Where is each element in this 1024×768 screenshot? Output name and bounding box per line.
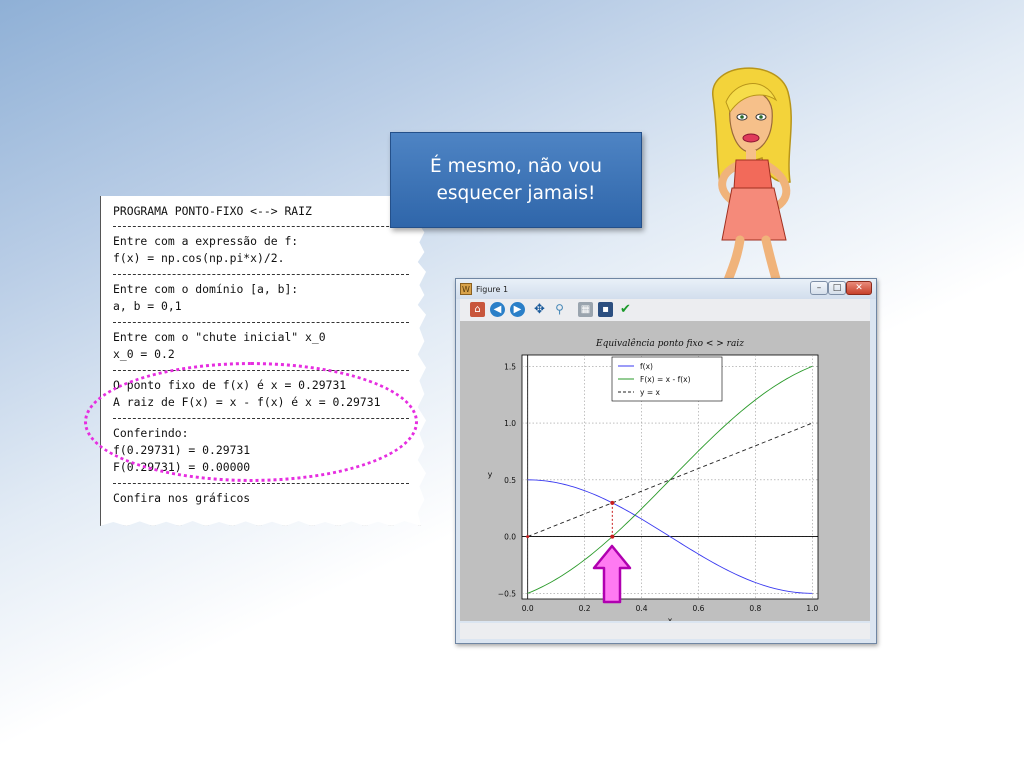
x-axis-label: x (668, 616, 673, 621)
figure-window[interactable]: W Figure 1 – □ ✕ ⌂ ◀ ▶ ✥ ⚲ ▦ ▪ ✔ Equival… (455, 278, 877, 644)
forward-icon[interactable]: ▶ (510, 302, 525, 317)
x-tick-label: 0.0 (522, 604, 534, 613)
close-button[interactable]: ✕ (846, 281, 872, 295)
y-axis-label: y (488, 470, 493, 479)
x-tick-label: 1.0 (806, 604, 818, 613)
console-footer: Confira nos gráficos (113, 491, 251, 505)
chart-title: Equivalência ponto fixo < > raiz (595, 338, 744, 349)
subplots-icon[interactable]: ▦ (578, 302, 593, 317)
y-tick-label: 0.0 (504, 533, 516, 542)
figure-toolbar: ⌂ ◀ ▶ ✥ ⚲ ▦ ▪ ✔ (460, 299, 870, 321)
back-icon[interactable]: ◀ (490, 302, 505, 317)
x-tick-label: 0.6 (692, 604, 704, 613)
up-arrow-icon (592, 544, 632, 604)
chart-svg: Equivalência ponto fixo < > raiz 0.0 0.2 0.… (488, 338, 819, 621)
plot-area[interactable]: Equivalência ponto fixo < > raiz 0.0 0.2 0.… (460, 321, 870, 621)
figure-statusbar (460, 623, 870, 639)
legend-label: F(x) = x - f(x) (640, 375, 691, 384)
y-tick-label: 1.5 (504, 362, 516, 371)
figure-title: Figure 1 (476, 285, 509, 294)
separator-line (113, 226, 409, 227)
guess-prompt: Entre com o "chute inicial" x_0 (113, 330, 326, 344)
save-icon[interactable]: ▪ (598, 302, 613, 317)
x-tick-label: 0.2 (579, 604, 591, 613)
root-marker (610, 534, 615, 539)
y-tick-label: 1.0 (504, 419, 516, 428)
legend-label: f(x) (640, 362, 653, 371)
separator-line (113, 322, 409, 323)
speech-bubble-line1: É mesmo, não vou (430, 156, 602, 177)
app-icon: W (460, 283, 472, 295)
expr-prompt: Entre com a expressão de f: (113, 234, 299, 248)
x-tick-label: 0.8 (749, 604, 761, 613)
x-tick-label: 0.4 (636, 604, 648, 613)
figure-titlebar[interactable]: W Figure 1 – □ ✕ (456, 279, 876, 299)
domain-value: a, b = 0,1 (113, 299, 182, 313)
fixed-point-marker (610, 500, 615, 505)
separator-line (113, 483, 409, 484)
pan-icon[interactable]: ✥ (532, 302, 547, 317)
minimize-button[interactable]: – (810, 281, 828, 295)
check-icon[interactable]: ✔ (618, 302, 633, 317)
legend-label: y = x (640, 388, 660, 397)
separator-line (113, 274, 409, 275)
speech-bubble: É mesmo, não vou esquecer jamais! (390, 132, 642, 228)
maximize-button[interactable]: □ (828, 281, 846, 295)
highlight-ellipse (84, 362, 418, 482)
y-tick-label: 0.5 (504, 476, 516, 485)
domain-prompt: Entre com o domínio [a, b]: (113, 282, 299, 296)
expr-value: f(x) = np.cos(np.pi*x)/2. (113, 251, 285, 265)
home-icon[interactable]: ⌂ (470, 302, 485, 317)
console-header: PROGRAMA PONTO-FIXO <--> RAIZ (113, 204, 312, 218)
speech-bubble-line2: esquecer jamais! (436, 183, 596, 204)
guess-value: x_0 = 0.2 (113, 347, 175, 361)
origin-marker (526, 535, 530, 539)
y-tick-label: −0.5 (498, 589, 516, 598)
zoom-icon[interactable]: ⚲ (552, 302, 567, 317)
